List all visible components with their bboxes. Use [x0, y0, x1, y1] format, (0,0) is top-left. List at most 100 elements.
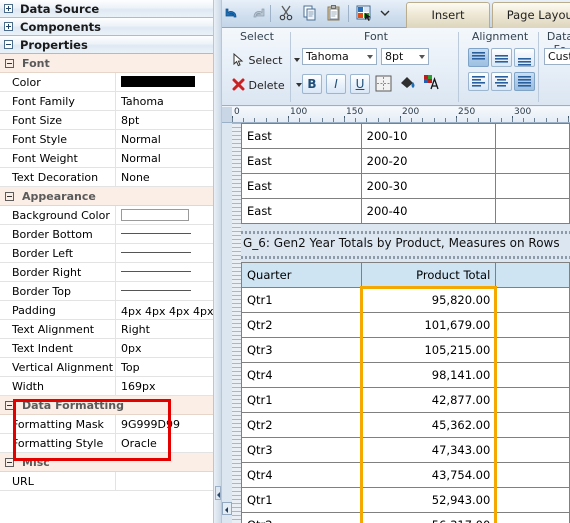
font-family-combo[interactable]: Tahoma: [302, 48, 377, 65]
border-button[interactable]: [374, 74, 394, 94]
column-header[interactable]: [495, 262, 570, 288]
collapse-icon[interactable]: [4, 40, 13, 49]
accordion-header-2[interactable]: Properties: [0, 36, 213, 54]
table-cell-quarter[interactable]: Qtr4: [241, 362, 362, 388]
halign-button-left[interactable]: [468, 72, 489, 91]
table-row[interactable]: Qtr4 43,754.00: [241, 462, 570, 488]
table-row[interactable]: Qtr2 45,362.00: [241, 412, 570, 438]
property-value-cell[interactable]: •••: [116, 282, 213, 300]
property-value-cell[interactable]: 8pt: [116, 111, 213, 129]
quarter-totals-table[interactable]: Quarter Product Total Qtr1 95,820.00 Qtr2 101…: [241, 262, 570, 523]
property-value-cell[interactable]: [116, 206, 213, 224]
splitter-collapse-handle[interactable]: [215, 486, 221, 500]
data-format-combo[interactable]: Custom: [544, 48, 570, 65]
table-cell-region[interactable]: East: [241, 148, 362, 174]
table-cell-blank[interactable]: [495, 123, 570, 149]
table-cell-quarter[interactable]: Qtr4: [241, 462, 362, 488]
property-value-cell[interactable]: Normal: [116, 130, 213, 148]
table-cell-extra[interactable]: [495, 487, 570, 513]
property-value[interactable]: Right: [121, 323, 150, 336]
table-cell-total[interactable]: 47,343.00: [360, 437, 497, 463]
underline-button[interactable]: U: [350, 74, 370, 94]
property-value-cell[interactable]: Oracle: [116, 434, 213, 452]
property-value-cell[interactable]: •••: [116, 263, 213, 281]
collapse-icon[interactable]: [5, 192, 14, 201]
table-cell-total[interactable]: 101,679.00: [360, 312, 497, 338]
chevron-down-icon[interactable]: [367, 55, 373, 59]
background-color-swatch[interactable]: [121, 209, 189, 221]
property-group-font[interactable]: Font: [0, 54, 213, 73]
font-size-combo[interactable]: 8pt: [381, 48, 429, 65]
table-row[interactable]: East 200-20: [241, 148, 570, 174]
property-value[interactable]: Normal: [121, 152, 161, 165]
table-cell-quarter[interactable]: Qtr2: [241, 512, 362, 523]
property-value-cell[interactable]: Normal: [116, 149, 213, 167]
halign-button-center[interactable]: [491, 72, 512, 91]
property-value[interactable]: 0px: [121, 342, 142, 355]
table-cell-quarter[interactable]: Qtr1: [241, 287, 362, 313]
property-value[interactable]: 8pt: [121, 114, 139, 127]
property-group-appearance[interactable]: Appearance: [0, 187, 213, 206]
table-cell-extra[interactable]: [495, 387, 570, 413]
table-cell-region[interactable]: East: [241, 198, 362, 224]
table-cell-blank[interactable]: [495, 198, 570, 224]
font-color-swatch[interactable]: [121, 76, 195, 87]
fill-color-button[interactable]: [398, 73, 419, 94]
property-group-misc[interactable]: Misc: [0, 453, 213, 472]
table-cell-total[interactable]: 42,877.00: [360, 387, 497, 413]
table-row[interactable]: Qtr3 47,343.00: [241, 437, 570, 463]
valign-button-middle[interactable]: [491, 48, 512, 67]
table-row[interactable]: Qtr1 95,820.00: [241, 287, 570, 313]
property-value-cell[interactable]: [116, 73, 213, 91]
collapse-icon[interactable]: [5, 401, 14, 410]
tab-page-layout[interactable]: Page Layout: [492, 2, 570, 28]
table-cell-blank[interactable]: [495, 173, 570, 199]
table-cell-region[interactable]: East: [241, 173, 362, 199]
property-value[interactable]: Normal: [121, 133, 161, 146]
table-cell-quarter[interactable]: Qtr3: [241, 337, 362, 363]
table-cell-quarter[interactable]: Qtr1: [241, 387, 362, 413]
property-value-cell[interactable]: 9G999D99: [116, 415, 213, 433]
table-cell-total[interactable]: 95,820.00: [360, 287, 497, 313]
table-row[interactable]: Qtr1 52,943.00: [241, 487, 570, 513]
top-data-table[interactable]: East 200-10 East 200-20 East 200-30 East 200-40: [241, 123, 570, 224]
property-value[interactable]: 9G999D99: [121, 418, 180, 431]
property-value-cell[interactable]: 4px 4px 4px 4px•••: [116, 301, 213, 319]
bold-button[interactable]: B: [302, 74, 322, 94]
table-cell-extra[interactable]: [495, 312, 570, 338]
table-cell-total[interactable]: 52,943.00: [360, 487, 497, 513]
table-cell-region[interactable]: East: [241, 123, 362, 149]
paste-icon[interactable]: [325, 4, 345, 24]
expand-icon[interactable]: [4, 22, 13, 31]
property-value-cell[interactable]: 169px: [116, 377, 213, 395]
property-value[interactable]: None: [121, 171, 150, 184]
property-value-cell[interactable]: Top: [116, 358, 213, 376]
table-cell-quarter[interactable]: Qtr2: [241, 312, 362, 338]
table-cell-product[interactable]: 200-30: [360, 173, 497, 199]
valign-button-bottom[interactable]: [514, 48, 535, 67]
property-value-cell[interactable]: None: [116, 168, 213, 186]
expand-icon[interactable]: [4, 4, 13, 13]
table-row[interactable]: Qtr1 42,877.00: [241, 387, 570, 413]
select-tool-button[interactable]: Select: [232, 52, 300, 67]
property-value[interactable]: 169px: [121, 380, 156, 393]
italic-button[interactable]: I: [326, 74, 346, 94]
property-value-cell[interactable]: [116, 472, 213, 490]
table-row[interactable]: Qtr4 98,141.00: [241, 362, 570, 388]
table-cell-extra[interactable]: [495, 512, 570, 523]
table-row[interactable]: East 200-30: [241, 173, 570, 199]
report-canvas[interactable]: East 200-10 East 200-20 East 200-30 East 200-40…: [222, 123, 570, 523]
table-cell-extra[interactable]: [495, 462, 570, 488]
table-row[interactable]: East 200-40: [241, 198, 570, 224]
collapse-icon[interactable]: [5, 458, 14, 467]
property-value-cell[interactable]: •••: [116, 244, 213, 262]
table-cell-total[interactable]: 56,317.00: [360, 512, 497, 523]
tab-insert[interactable]: Insert: [406, 2, 490, 28]
collapse-icon[interactable]: [5, 59, 14, 68]
table-cell-total[interactable]: 98,141.00: [360, 362, 497, 388]
table-cell-quarter[interactable]: Qtr2: [241, 412, 362, 438]
panel-splitter[interactable]: [213, 0, 222, 523]
table-cell-product[interactable]: 200-40: [360, 198, 497, 224]
table-cell-product[interactable]: 200-20: [360, 148, 497, 174]
valign-button-top[interactable]: [468, 48, 489, 67]
